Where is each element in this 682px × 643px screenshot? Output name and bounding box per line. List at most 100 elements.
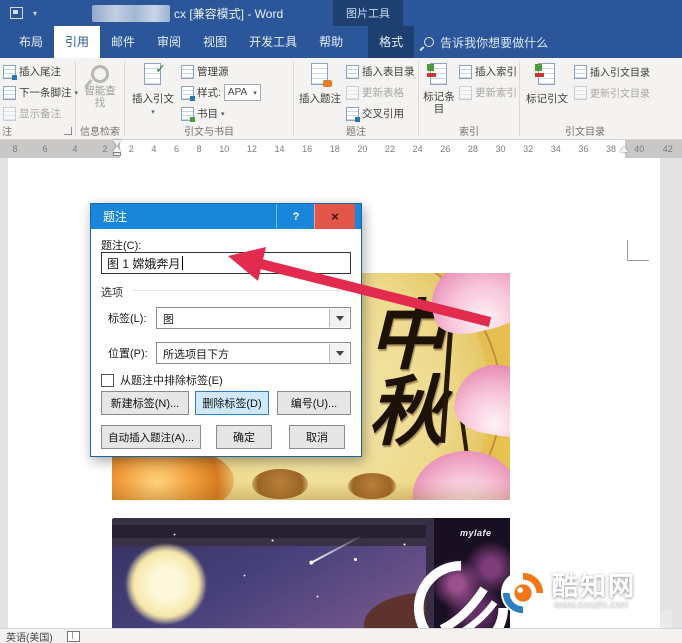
- chevron-down-icon[interactable]: [329, 309, 349, 327]
- group-divider: [75, 61, 76, 136]
- insert-index-button[interactable]: 插入索引: [457, 61, 517, 82]
- position-dropdown[interactable]: 所选项目下方: [156, 342, 351, 364]
- picture-logo-text: mylafe: [460, 528, 492, 538]
- proofing-status-icon[interactable]: [66, 630, 80, 642]
- document-area: 中秋 mylafe 题注 ? × 题注(C): 图 1 嫦娥奔月 选项 标签(L…: [0, 158, 682, 628]
- insert-index-icon: [459, 64, 472, 79]
- index-group-label: 索引: [459, 127, 479, 138]
- insert-endnote-button[interactable]: 插入尾注: [1, 61, 73, 82]
- bibliography-button[interactable]: 书目 ▾: [179, 103, 289, 124]
- insert-caption-button[interactable]: 插入题注: [296, 61, 344, 126]
- exclude-label-checkbox[interactable]: [101, 373, 114, 387]
- ruler-number: 4: [72, 144, 78, 154]
- ruler-number: 2: [102, 144, 108, 154]
- ok-button[interactable]: 确定: [216, 425, 272, 449]
- insert-citation-button[interactable]: ✓ 插入引文 ▾: [127, 61, 179, 126]
- update-index-icon: [459, 85, 472, 100]
- authorities-group-label: 引文目录: [565, 127, 605, 138]
- insert-toa-icon: [574, 64, 587, 79]
- ruler-number: 2: [128, 144, 134, 154]
- delete-label-button[interactable]: 删除标签(D): [195, 391, 269, 415]
- numbering-button[interactable]: 编号(U)...: [277, 391, 351, 415]
- ruler-number: 42: [662, 144, 673, 154]
- chevron-down-icon: ▾: [221, 110, 225, 118]
- options-group-label: 选项: [101, 287, 123, 299]
- ruler-left-margin: 8 6 4 2: [0, 140, 120, 158]
- margin-corner-mark: [627, 240, 649, 261]
- tab-mailings[interactable]: 邮件: [100, 26, 146, 58]
- group-divider: [293, 61, 294, 136]
- cross-reference-button[interactable]: 交叉引用: [344, 103, 416, 124]
- ribbon-group-index: 标记条目 插入索引 更新索引 索引: [420, 58, 518, 139]
- ruler-text-area: 2 4 6 8 10 12 14 16 18 20 22 24 26 28 30 32 34 36 38: [120, 140, 625, 158]
- tell-me-search[interactable]: 告诉我你想要做什么: [424, 26, 548, 58]
- text-cursor: [182, 256, 184, 270]
- ruler-number: 10: [219, 144, 230, 154]
- quick-access-toolbar: ▾: [0, 7, 37, 19]
- quick-access-dropdown-icon[interactable]: ▾: [33, 9, 37, 18]
- horizontal-ruler[interactable]: 8642 2 4 6 8 10 12 14 16 18 20 22 24 26 28 30 32 34 36 38 …: [0, 140, 682, 158]
- ribbon: 插入尾注 下一条脚注 ▾ 显示备注 注 智能查找 信息检索 ✓ 插入引文 ▾ 管…: [0, 58, 682, 140]
- options-divider: [133, 290, 351, 291]
- insert-endnote-icon: [3, 64, 17, 80]
- ruler-number: 36: [578, 144, 589, 154]
- ruler-number: 30: [495, 144, 506, 154]
- ruler-right-margin: 40 42: [625, 140, 682, 158]
- footnotes-dialog-launcher-icon[interactable]: [64, 126, 72, 135]
- show-notes-icon: [3, 106, 16, 121]
- tab-view[interactable]: 视图: [192, 26, 238, 58]
- status-language[interactable]: 英语(美国): [6, 629, 53, 643]
- autocaption-button[interactable]: 自动插入题注(A)...: [101, 425, 201, 449]
- ruler-number: 20: [357, 144, 368, 154]
- ribbon-group-research: 智能查找 信息检索: [77, 58, 123, 139]
- ruler-number: 26: [440, 144, 451, 154]
- mark-citation-button[interactable]: 标记引文: [522, 61, 572, 126]
- manage-sources-button[interactable]: 管理源: [179, 61, 289, 82]
- watermark-site-url: www.coozhi.com: [554, 599, 629, 610]
- right-indent-marker[interactable]: [620, 146, 628, 152]
- tab-layout[interactable]: 布局: [8, 26, 54, 58]
- watermark-site-name: 酷知网: [552, 571, 637, 601]
- tab-help[interactable]: 帮助: [308, 26, 354, 58]
- redacted-filename: [92, 4, 171, 22]
- smart-lookup-icon: [91, 65, 109, 83]
- ruler-number: 34: [550, 144, 561, 154]
- quick-access-icon[interactable]: [10, 7, 23, 19]
- tab-references[interactable]: 引用: [54, 26, 101, 58]
- label-field-label: 标签(L):: [108, 313, 147, 325]
- next-footnote-button[interactable]: 下一条脚注 ▾: [1, 82, 78, 103]
- insert-table-of-figures-button[interactable]: 插入表目录: [344, 61, 416, 82]
- new-label-button[interactable]: 新建标签(N)...: [101, 391, 189, 415]
- ribbon-group-authorities: 标记引文 插入引文目录 更新引文目录 引文目录: [521, 58, 650, 139]
- image-bottom-shade: [112, 482, 510, 500]
- ruler-number: 32: [523, 144, 534, 154]
- update-table-button: 更新表格: [344, 82, 416, 103]
- bibliography-style-row: 样式: APA ▾: [179, 82, 289, 103]
- mark-entry-button[interactable]: 标记条目: [421, 61, 457, 126]
- tab-developer[interactable]: 开发工具: [238, 26, 308, 58]
- label-dropdown-value: 图: [163, 314, 174, 326]
- picture-tools-header: 图片工具: [333, 0, 403, 26]
- ruler-number: 8: [196, 144, 202, 154]
- label-dropdown[interactable]: 图: [156, 307, 351, 329]
- captions-group-label: 题注: [346, 127, 366, 138]
- cancel-button[interactable]: 取消: [289, 425, 345, 449]
- show-notes-button: 显示备注: [1, 103, 73, 124]
- left-indent-marker[interactable]: [113, 140, 121, 156]
- tab-review[interactable]: 审阅: [146, 26, 192, 58]
- chevron-down-icon[interactable]: [329, 344, 349, 362]
- caption-field-label: 题注(C):: [101, 240, 142, 252]
- insert-citation-icon: ✓: [141, 61, 166, 89]
- caption-input-value: 图 1 嫦娥奔月: [107, 256, 181, 271]
- update-index-button: 更新索引: [457, 82, 517, 103]
- caption-input[interactable]: 图 1 嫦娥奔月: [101, 252, 351, 274]
- insert-toa-button[interactable]: 插入引文目录: [572, 61, 650, 82]
- bibliography-icon: [181, 106, 195, 122]
- tab-picture-format[interactable]: 格式: [368, 26, 415, 58]
- position-field-label: 位置(P):: [108, 348, 148, 360]
- cross-reference-icon: [346, 106, 360, 122]
- style-dropdown[interactable]: APA ▾: [223, 84, 261, 101]
- close-icon[interactable]: ×: [314, 204, 355, 229]
- dialog-help-button[interactable]: ?: [276, 204, 315, 229]
- ribbon-tab-row: 布局 引用 邮件 审阅 视图 开发工具 帮助 格式 告诉我你想要做什么: [0, 26, 682, 58]
